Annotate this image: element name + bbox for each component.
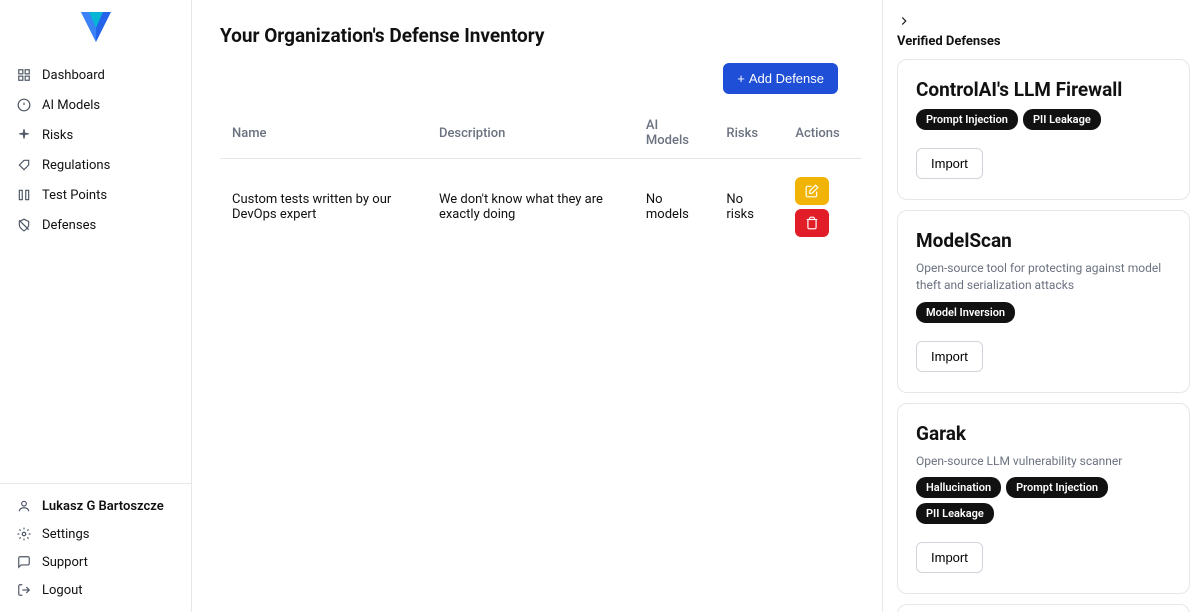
- cell-name: Custom tests written by our DevOps exper…: [220, 159, 427, 256]
- tag: Hallucination: [916, 477, 1001, 498]
- sidebar-item-label: Test Points: [42, 188, 107, 203]
- feature-tool-card: × Want to see your tool featured here? L…: [897, 604, 1190, 612]
- tag: Model Inversion: [916, 302, 1015, 323]
- columns-icon: [16, 187, 32, 203]
- delete-button[interactable]: [795, 209, 829, 237]
- edit-button[interactable]: [795, 177, 829, 205]
- defense-card-modelscan: ModelScan Open-source tool for protectin…: [897, 210, 1190, 393]
- defense-card-garak: Garak Open-source LLM vulnerability scan…: [897, 403, 1190, 595]
- panel-title: Verified Defenses: [897, 34, 1190, 49]
- chevron-right-icon: [897, 14, 911, 28]
- sidebar-item-settings[interactable]: Settings: [8, 520, 183, 548]
- sidebar-item-label: Logout: [42, 583, 83, 598]
- user-name: Lukasz G Bartoszcze: [42, 499, 164, 514]
- sidebar-item-dashboard[interactable]: Dashboard: [8, 60, 183, 90]
- card-title: ControlAI's LLM Firewall: [916, 78, 1171, 101]
- chat-icon: [16, 554, 32, 570]
- plus-icon: +: [737, 71, 745, 86]
- import-button[interactable]: Import: [916, 341, 983, 372]
- table-row: Custom tests written by our DevOps exper…: [220, 159, 862, 256]
- sidebar-item-label: Defenses: [42, 218, 96, 233]
- sidebar-item-logout[interactable]: Logout: [8, 576, 183, 604]
- sidebar-item-risks[interactable]: Risks: [8, 120, 183, 150]
- grid-icon: [16, 67, 32, 83]
- sidebar-item-defenses[interactable]: Defenses: [8, 210, 183, 240]
- import-button[interactable]: Import: [916, 148, 983, 179]
- collapse-panel-button[interactable]: [897, 14, 1190, 28]
- cell-description: We don't know what they are exactly doin…: [427, 159, 634, 256]
- edit-icon: [805, 184, 819, 198]
- card-title: ModelScan: [916, 229, 1171, 252]
- user-icon: [16, 498, 32, 514]
- sidebar-item-ai-models[interactable]: AI Models: [8, 90, 183, 120]
- shield-off-icon: [16, 217, 32, 233]
- col-models: AI Models: [634, 108, 714, 159]
- sidebar-item-label: AI Models: [42, 98, 100, 113]
- main-content: Your Organization's Defense Inventory + …: [192, 0, 882, 612]
- defense-card-controlai: ControlAI's LLM Firewall Prompt Injectio…: [897, 59, 1190, 200]
- tag: Prompt Injection: [916, 109, 1018, 130]
- col-actions: Actions: [783, 108, 862, 159]
- circle-alert-icon: [16, 97, 32, 113]
- sidebar: Dashboard AI Models Risks Regulations Te…: [0, 0, 192, 612]
- sidebar-item-support[interactable]: Support: [8, 548, 183, 576]
- trash-icon: [805, 216, 819, 230]
- cell-models: No models: [634, 159, 714, 256]
- import-button[interactable]: Import: [916, 542, 983, 573]
- add-defense-label: Add Defense: [749, 71, 824, 86]
- sparkle-icon: [16, 127, 32, 143]
- verified-defenses-panel: Verified Defenses ControlAI's LLM Firewa…: [882, 0, 1200, 612]
- gear-icon: [16, 526, 32, 542]
- sidebar-item-label: Settings: [42, 527, 89, 542]
- tag-icon: [16, 157, 32, 173]
- defenses-table: Name Description AI Models Risks Actions…: [220, 108, 862, 255]
- add-defense-button[interactable]: + Add Defense: [723, 63, 838, 94]
- card-description: Open-source LLM vulnerability scanner: [916, 453, 1171, 470]
- card-description: Open-source tool for protecting against …: [916, 260, 1171, 294]
- page-title: Your Organization's Defense Inventory: [220, 24, 862, 47]
- col-description: Description: [427, 108, 634, 159]
- col-name: Name: [220, 108, 427, 159]
- sidebar-item-test-points[interactable]: Test Points: [8, 180, 183, 210]
- cell-risks: No risks: [714, 159, 783, 256]
- sidebar-item-label: Dashboard: [42, 68, 105, 83]
- card-title: Garak: [916, 422, 1171, 445]
- sidebar-item-label: Support: [42, 555, 88, 570]
- shield-logo-icon: [79, 10, 113, 44]
- col-risks: Risks: [714, 108, 783, 159]
- logout-icon: [16, 582, 32, 598]
- sidebar-item-label: Risks: [42, 128, 73, 143]
- tag: Prompt Injection: [1006, 477, 1108, 498]
- sidebar-item-label: Regulations: [42, 158, 110, 173]
- user-profile[interactable]: Lukasz G Bartoszcze: [8, 492, 183, 520]
- tag: PII Leakage: [916, 503, 994, 524]
- sidebar-item-regulations[interactable]: Regulations: [8, 150, 183, 180]
- logo: [0, 0, 191, 60]
- tag: PII Leakage: [1023, 109, 1101, 130]
